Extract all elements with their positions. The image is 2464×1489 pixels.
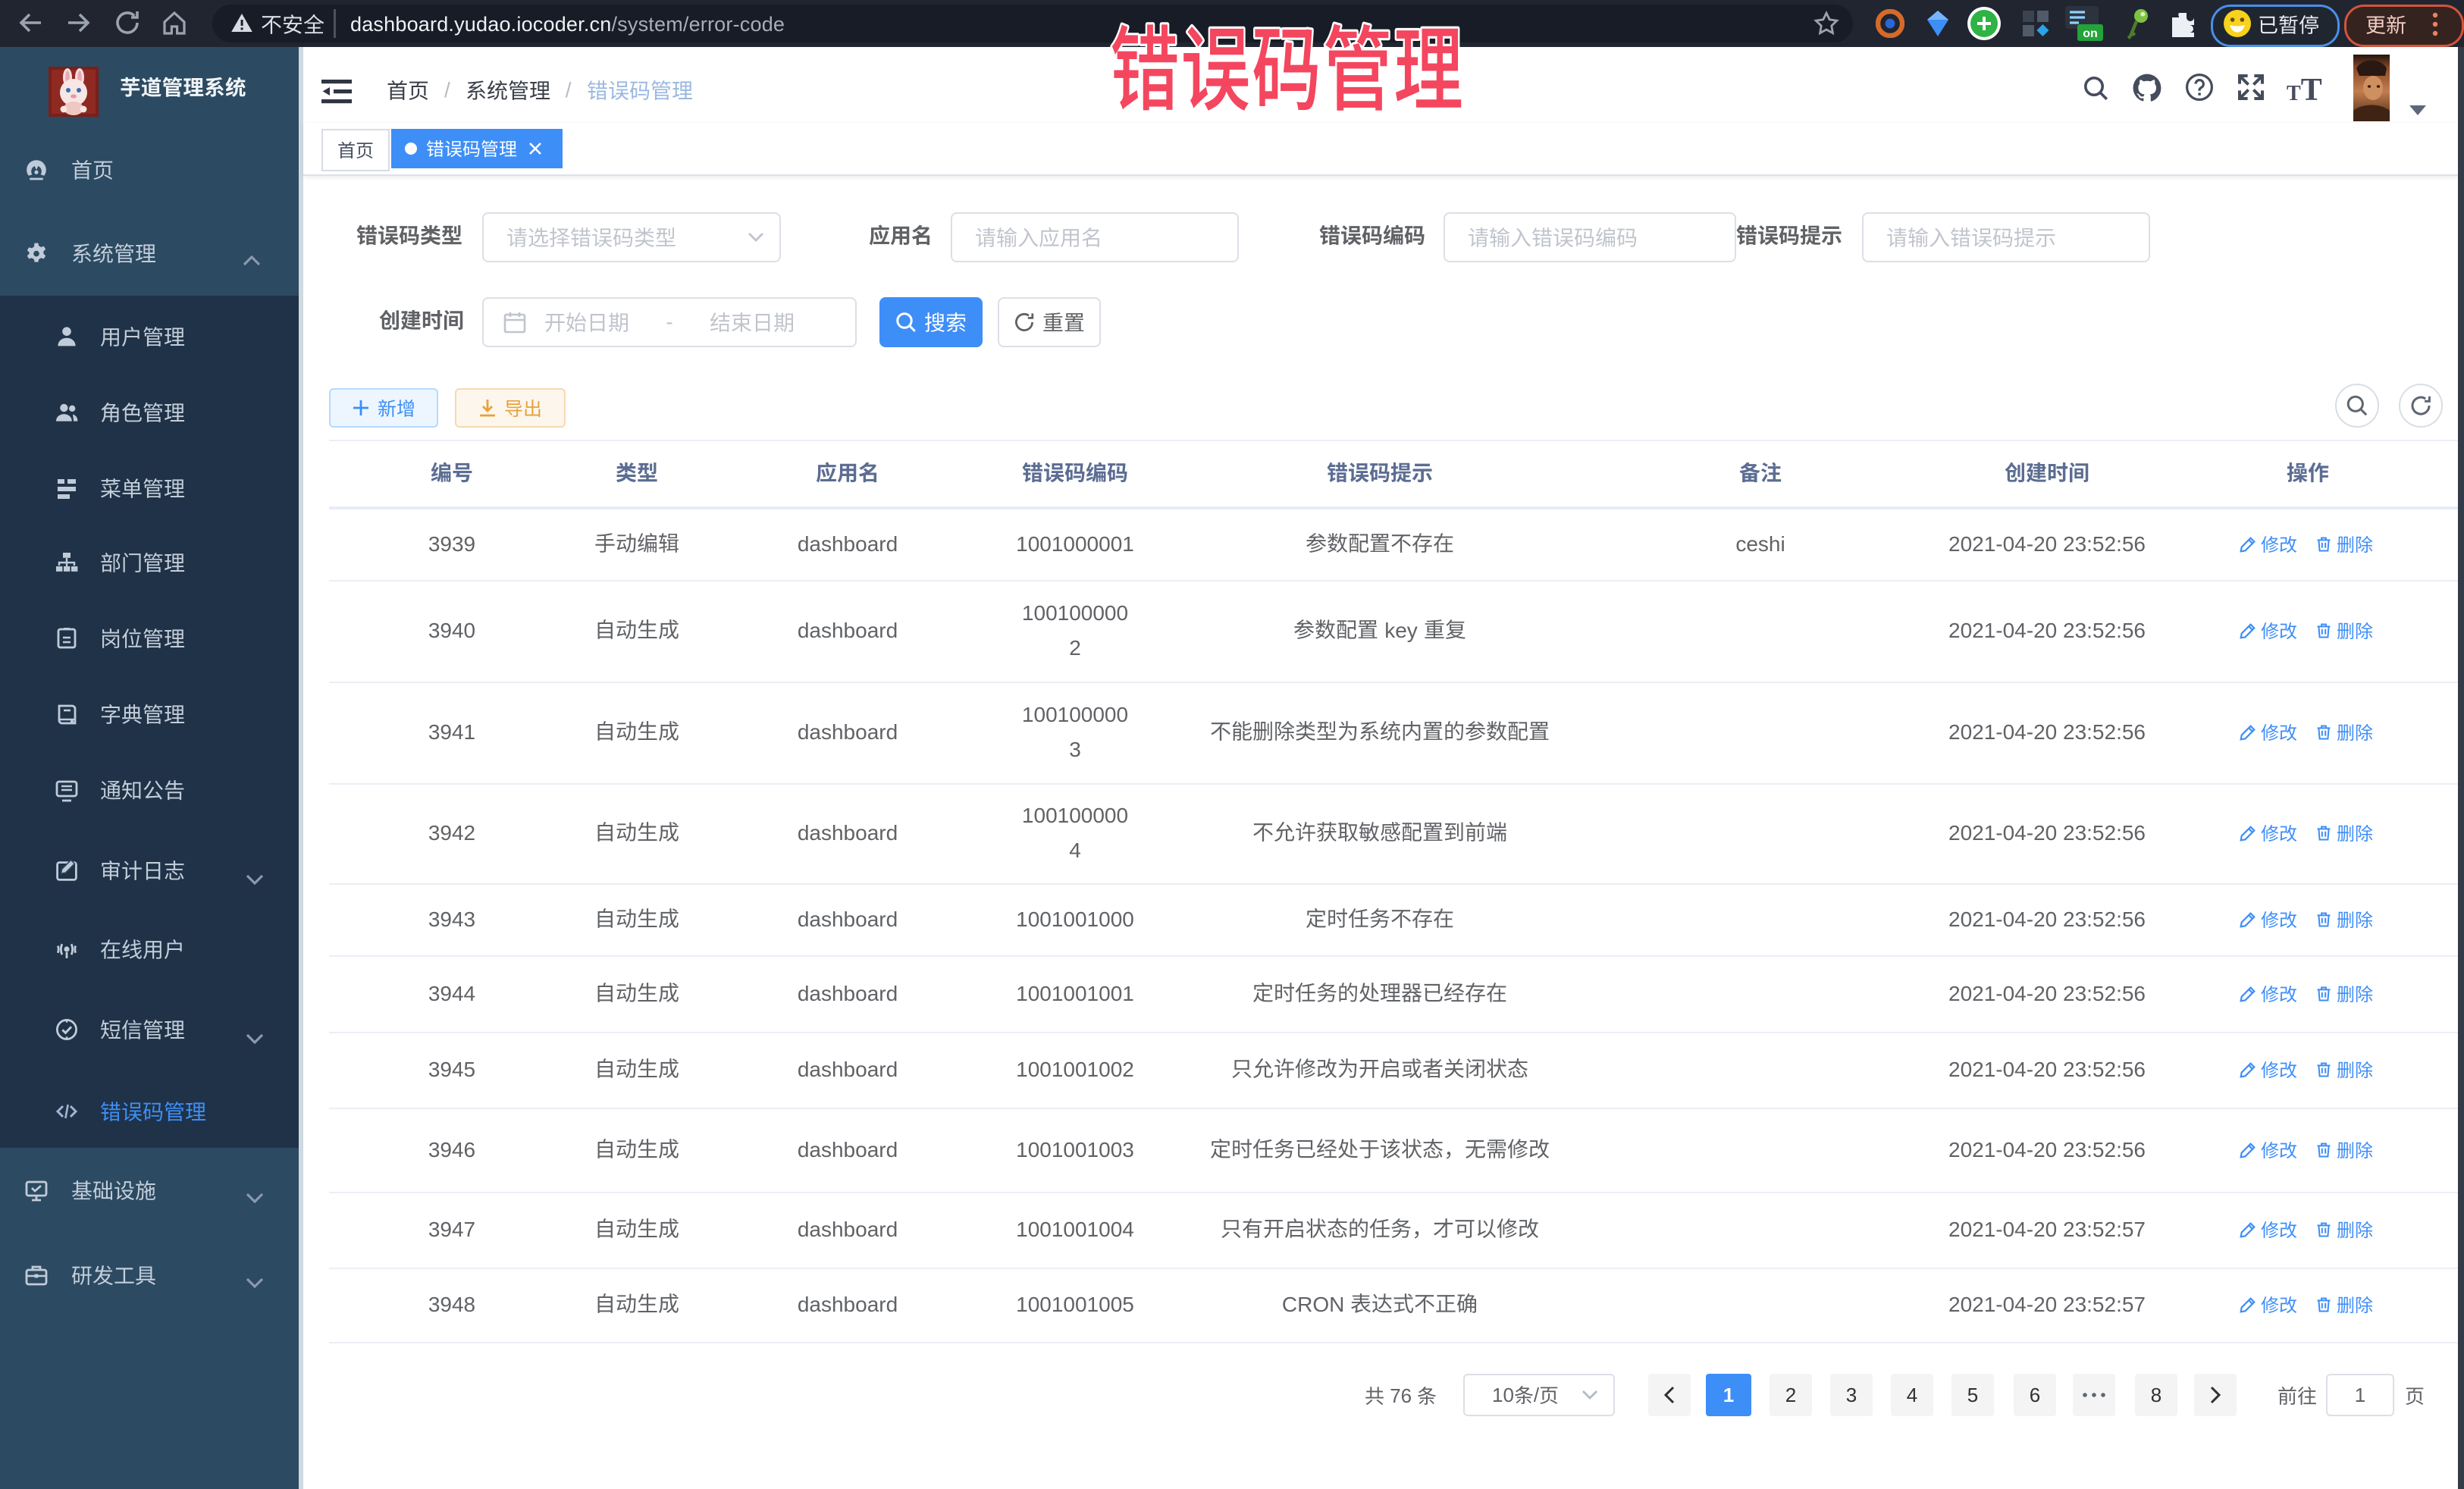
svg-text:on: on <box>2083 27 2098 40</box>
